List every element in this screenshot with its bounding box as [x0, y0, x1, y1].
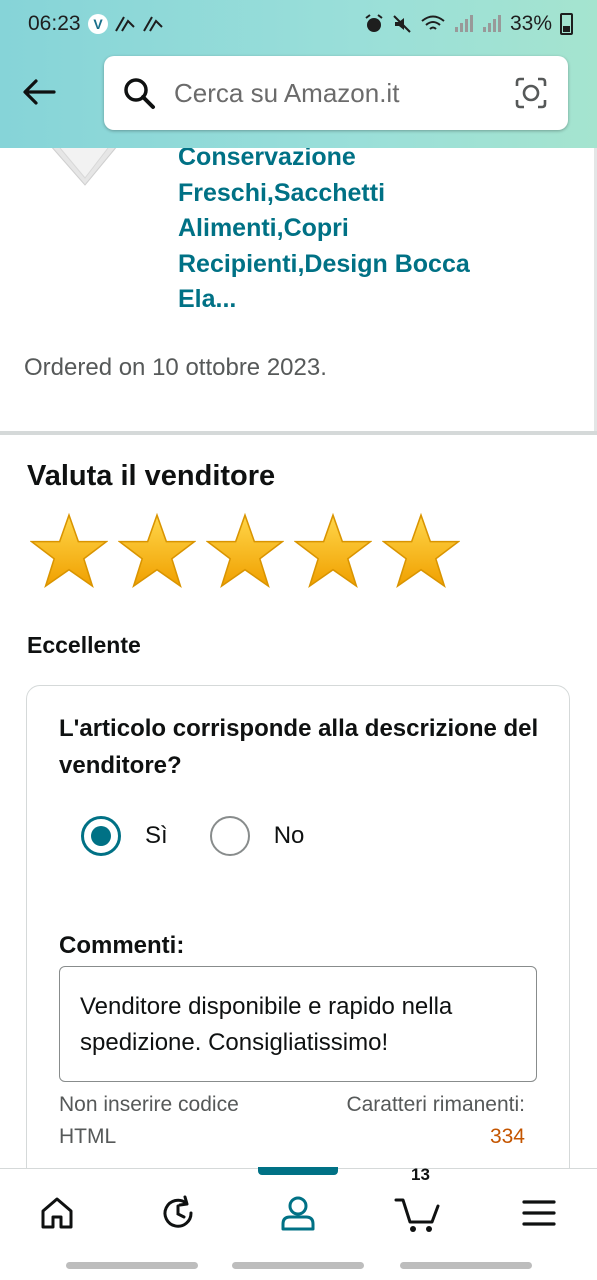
comments-field[interactable]: Venditore disponibile e rapido nella spe…: [59, 966, 537, 1082]
camera-lens-icon[interactable]: [514, 76, 548, 110]
section-divider: [0, 431, 597, 435]
star-1-icon[interactable]: [30, 512, 108, 590]
cart-icon: [394, 1198, 440, 1232]
remaining-count: 334: [489, 1125, 525, 1148]
radio-yes[interactable]: [81, 816, 121, 856]
mute-icon: [393, 15, 411, 33]
bottom-nav: 13: [0, 1165, 597, 1257]
order-date: Ordered on 10 ottobre 2023.: [24, 354, 327, 381]
signal-off-icon-2: [143, 16, 163, 32]
star-2-icon[interactable]: [118, 512, 196, 590]
vpn-badge-icon: V: [88, 14, 108, 34]
rating-label: Eccellente: [27, 632, 141, 658]
match-radio-group: Sì No: [81, 816, 304, 856]
battery-icon: [560, 13, 573, 35]
nav-cart[interactable]: [388, 1187, 448, 1239]
battery-level: 33%: [509, 12, 552, 35]
gesture-bar-left: [66, 1262, 198, 1269]
remaining-label: Caratteri rimanenti:: [346, 1093, 525, 1116]
star-5-icon[interactable]: [382, 512, 460, 590]
back-arrow-icon[interactable]: [20, 72, 60, 112]
description-question: L'articolo corrisponde alla descrizione …: [59, 715, 539, 779]
header-bar: 06:23 V 33% Cerca su Amazon.it: [0, 0, 597, 148]
rate-seller-heading: Valuta il venditore: [27, 460, 276, 492]
alarm-icon: [365, 14, 383, 32]
history-refresh-icon: [163, 1195, 193, 1228]
remaining-chars: Caratteri rimanenti: 334: [346, 1089, 525, 1153]
feedback-card: L'articolo corrisponde alla descrizione …: [26, 685, 570, 1207]
signal-off-icon: [115, 16, 135, 32]
cart-count-badge: 13: [411, 1165, 430, 1184]
status-bar: 06:23 V 33%: [0, 0, 597, 52]
nav-account[interactable]: [268, 1187, 328, 1239]
search-icon: [124, 78, 155, 109]
html-hint: Non inserire codice HTML: [59, 1093, 239, 1148]
product-title[interactable]: Conservazione Freschi,Sacchetti Alimenti…: [178, 140, 508, 318]
gesture-bar-right: [400, 1262, 532, 1269]
status-time: 06:23: [28, 12, 81, 35]
hamburger-menu-icon: [522, 1200, 556, 1226]
comments-label: Commenti:: [59, 932, 185, 959]
active-tab-indicator: [258, 1167, 338, 1175]
search-bar[interactable]: Cerca su Amazon.it: [104, 56, 568, 130]
nav-home[interactable]: [27, 1187, 87, 1239]
search-input[interactable]: Cerca su Amazon.it: [174, 78, 399, 109]
cell-signal-icon-2: [482, 15, 501, 32]
cell-signal-icon: [454, 15, 473, 32]
star-rating[interactable]: [30, 512, 460, 590]
star-3-icon[interactable]: [206, 512, 284, 590]
gesture-bar-center: [232, 1262, 364, 1269]
person-icon: [281, 1196, 315, 1231]
star-4-icon[interactable]: [294, 512, 372, 590]
home-icon: [41, 1197, 73, 1229]
wifi-icon: [421, 15, 445, 30]
nav-menu[interactable]: [509, 1187, 569, 1239]
radio-yes-label[interactable]: Sì: [145, 822, 168, 850]
radio-no-label[interactable]: No: [274, 822, 305, 850]
nav-buy-again[interactable]: [148, 1187, 208, 1239]
radio-no[interactable]: [209, 816, 250, 856]
